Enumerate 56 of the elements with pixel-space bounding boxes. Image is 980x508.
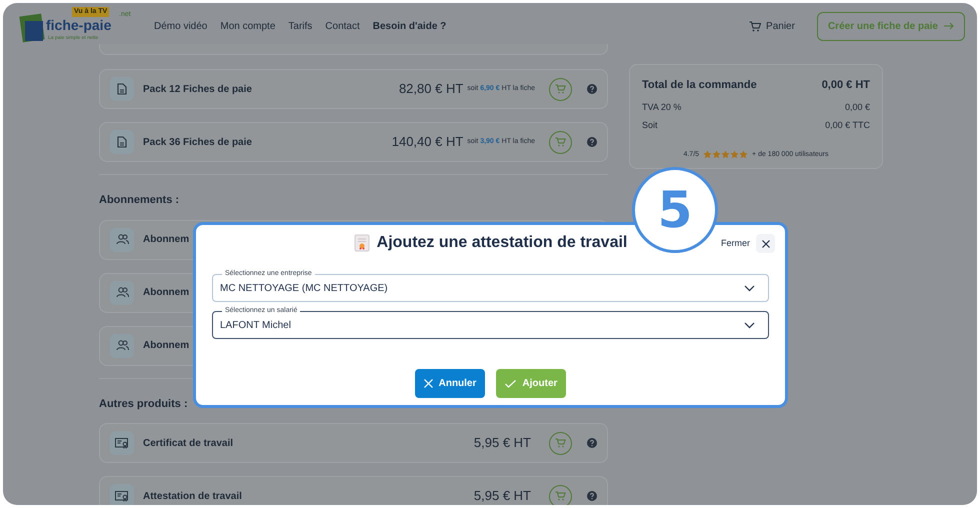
nav-link[interactable]: Tarifs: [288, 18, 312, 34]
help-icon[interactable]: [587, 84, 597, 94]
chevron-down-icon: [744, 284, 755, 292]
cart-icon: [555, 137, 566, 147]
product-price: 82,80 € HT: [398, 80, 464, 98]
users-icon: [116, 287, 128, 298]
logo-name: fiche-paie: [46, 17, 112, 34]
document-icon: [117, 83, 127, 95]
product-name: Abonnem: [143, 286, 190, 300]
product-name: Pack 12 Fiches de paie: [143, 82, 252, 96]
certificate-icon: [354, 234, 370, 252]
cart-icon: [555, 491, 566, 501]
chevron-down-icon: [744, 322, 755, 328]
certificate-icon: [115, 438, 129, 448]
summary-value: 0,00 € TTC: [825, 119, 870, 132]
help-icon[interactable]: [587, 491, 597, 501]
cancel-button[interactable]: Annuler: [414, 369, 486, 398]
close-button[interactable]: [756, 234, 775, 253]
close-icon: [424, 379, 433, 388]
summary-label: Total de la commande: [642, 78, 757, 93]
summary-label: TVA 20 %: [642, 100, 682, 114]
section-heading: Autres produits :: [99, 396, 189, 412]
product-price: 5,95 € HT: [474, 434, 531, 452]
summary-value: 0,00 € HT: [822, 78, 870, 93]
users-icon: [116, 234, 128, 245]
help-icon[interactable]: [587, 438, 597, 448]
section-heading: Abonnements :: [99, 193, 180, 208]
modal-title: Ajoutez une attestation de travail: [376, 233, 628, 253]
nav-link[interactable]: Démo vidéo: [154, 18, 208, 34]
product-name: Pack 36 Fiches de paie: [143, 136, 252, 150]
nav-link[interactable]: Besoin d'aide ?: [372, 18, 446, 34]
product-name: Attestation de travail: [143, 490, 242, 504]
close-icon: [762, 240, 770, 248]
product-name: Certificat de travail: [143, 436, 234, 450]
product-name: Abonnem: [143, 339, 190, 353]
users-icon: [116, 340, 128, 351]
summary-label: Soit: [642, 119, 658, 132]
certificate-icon: [115, 490, 129, 502]
cart-link[interactable]: Panier: [749, 18, 795, 34]
close-label: Fermer: [721, 236, 750, 250]
cart-icon: [749, 20, 762, 32]
add-button[interactable]: Ajouter: [496, 369, 566, 398]
document-icon: [117, 136, 127, 148]
product-price: 5,95 € HT: [474, 487, 531, 505]
help-icon[interactable]: [587, 137, 597, 147]
cart-icon: [555, 84, 566, 94]
cart-icon: [555, 438, 566, 448]
field-value: LAFONT Michel: [220, 318, 292, 332]
nav-link[interactable]: Contact: [325, 18, 360, 34]
nav-link[interactable]: Mon compte: [220, 18, 276, 34]
check-icon: [505, 380, 516, 388]
arrow-right-icon: [944, 22, 954, 30]
product-name: Abonnem: [143, 233, 190, 247]
field-value: MC NETTOYAGE (MC NETTOYAGE): [220, 282, 389, 296]
product-price: 140,40 € HT: [392, 133, 464, 152]
summary-value: 0,00 €: [844, 100, 870, 114]
